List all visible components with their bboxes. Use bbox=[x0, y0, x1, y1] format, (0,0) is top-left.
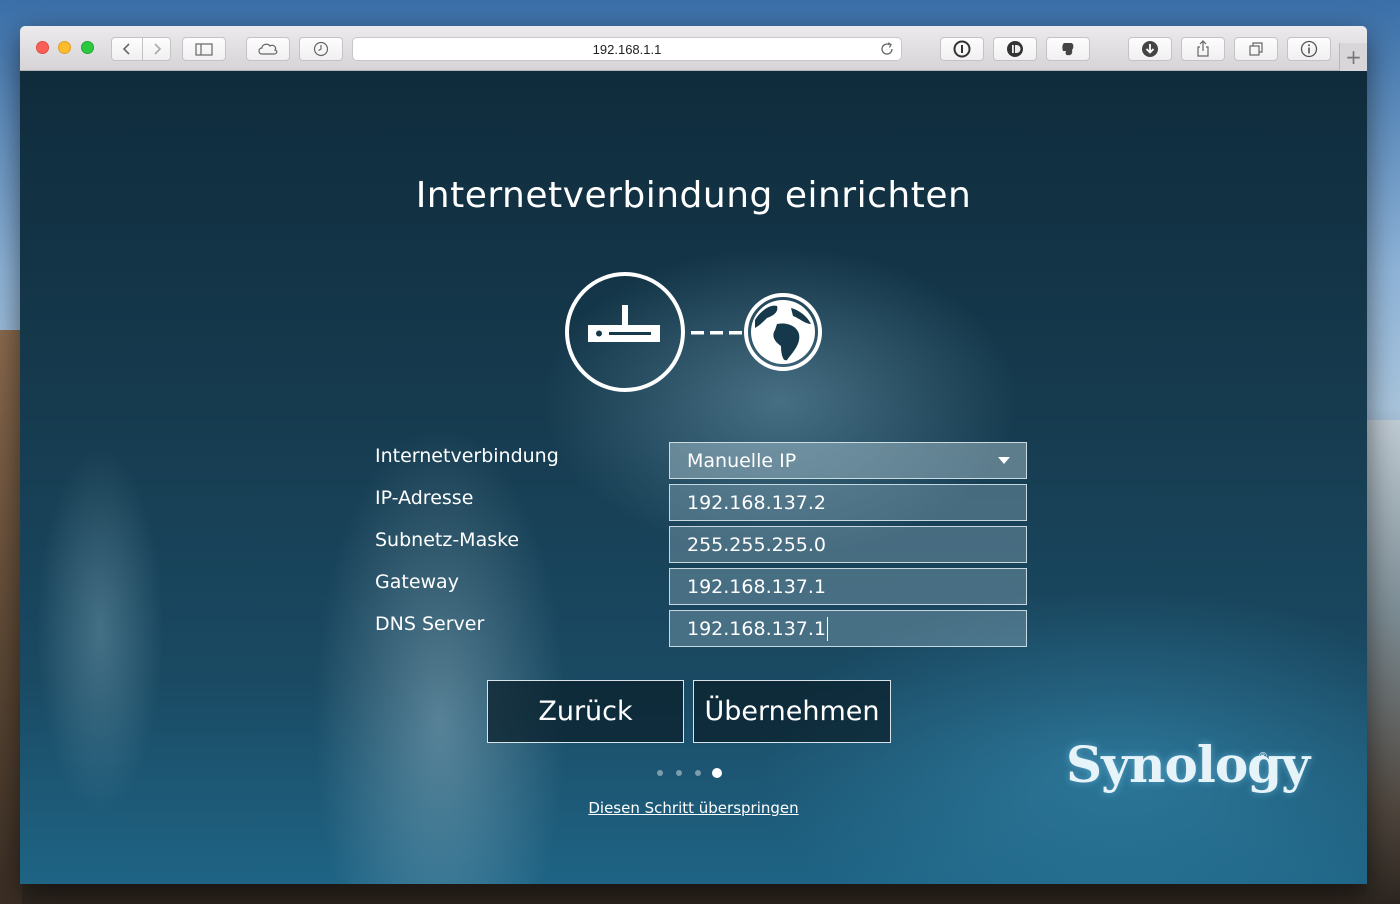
step-dot bbox=[657, 770, 663, 776]
apply-button[interactable]: Übernehmen bbox=[693, 680, 891, 743]
info-button[interactable] bbox=[1287, 37, 1331, 61]
browser-window: 192.168.1.1 + Internetverbindung einrich… bbox=[20, 26, 1367, 884]
connection-illustration bbox=[565, 272, 822, 392]
step-dot bbox=[676, 770, 682, 776]
ip-address-value: 192.168.137.2 bbox=[687, 491, 827, 514]
history-button[interactable] bbox=[299, 37, 343, 61]
sidebar-icon bbox=[195, 42, 213, 56]
forward-nav-button[interactable] bbox=[143, 37, 171, 61]
skip-step-link[interactable]: Diesen Schritt überspringen bbox=[20, 799, 1367, 817]
keyhole-icon bbox=[953, 40, 971, 58]
dashed-connector bbox=[691, 331, 742, 335]
info-icon bbox=[1300, 40, 1318, 58]
connection-type-value: Manuelle IP bbox=[687, 449, 797, 472]
label-ip-address: IP-Adresse bbox=[375, 487, 474, 509]
connection-type-select[interactable]: Manuelle IP bbox=[669, 442, 1027, 479]
downloads-button[interactable] bbox=[1128, 37, 1172, 61]
subnet-mask-value: 255.255.255.0 bbox=[687, 533, 827, 556]
gateway-input[interactable]: 192.168.137.1 bbox=[669, 568, 1027, 605]
tab-overview-button[interactable] bbox=[1234, 37, 1278, 61]
label-gateway: Gateway bbox=[375, 571, 459, 593]
label-subnet-mask: Subnetz-Maske bbox=[375, 529, 520, 551]
url-text: 192.168.1.1 bbox=[592, 42, 662, 57]
icloud-tabs-button[interactable] bbox=[246, 37, 290, 61]
text-cursor bbox=[827, 616, 829, 641]
back-button[interactable]: Zurück bbox=[487, 680, 684, 743]
chevron-right-icon bbox=[153, 43, 161, 55]
elephant-icon bbox=[1062, 43, 1074, 56]
new-tab-button[interactable]: + bbox=[1339, 43, 1367, 71]
registered-mark: ® bbox=[1258, 751, 1268, 762]
router-icon bbox=[565, 272, 685, 392]
dns-server-value: 192.168.137.1 bbox=[687, 617, 827, 640]
page-title: Internetverbindung einrichten bbox=[415, 175, 972, 216]
subnet-mask-input[interactable]: 255.255.255.0 bbox=[669, 526, 1027, 563]
synology-logo: Synology bbox=[1066, 735, 1310, 794]
desktop-background-right bbox=[1366, 420, 1400, 904]
caret-down-icon bbox=[998, 457, 1010, 464]
globe-icon bbox=[744, 293, 822, 371]
step-dot-active bbox=[712, 768, 722, 778]
sidebar-toggle-button[interactable] bbox=[182, 37, 226, 61]
tabs-icon bbox=[1249, 42, 1263, 56]
download-icon bbox=[1142, 41, 1158, 57]
browser-toolbar: 192.168.1.1 + bbox=[20, 26, 1367, 71]
close-window-button[interactable] bbox=[36, 41, 49, 54]
address-bar[interactable]: 192.168.1.1 bbox=[352, 37, 902, 61]
cloud-icon bbox=[258, 43, 278, 55]
clock-icon bbox=[313, 41, 329, 57]
zoom-window-button[interactable] bbox=[81, 41, 94, 54]
dns-server-input[interactable]: 192.168.137.1 bbox=[669, 610, 1027, 647]
step-indicator bbox=[656, 767, 736, 779]
back-nav-button[interactable] bbox=[111, 37, 143, 61]
setup-wizard: Internetverbindung einrichten Internetve… bbox=[20, 71, 1367, 884]
ip-address-input[interactable]: 192.168.137.2 bbox=[669, 484, 1027, 521]
password-manager-button[interactable] bbox=[940, 37, 984, 61]
reload-icon[interactable] bbox=[879, 41, 895, 57]
gateway-value: 192.168.137.1 bbox=[687, 575, 827, 598]
share-button[interactable] bbox=[1181, 37, 1225, 61]
id-extension-button[interactable] bbox=[993, 37, 1037, 61]
share-icon bbox=[1197, 40, 1209, 57]
chevron-left-icon bbox=[122, 43, 130, 55]
label-internet-connection: Internetverbindung bbox=[375, 445, 559, 467]
evernote-button[interactable] bbox=[1046, 37, 1090, 61]
id-badge-icon bbox=[1007, 41, 1023, 57]
minimize-window-button[interactable] bbox=[58, 41, 71, 54]
label-dns-server: DNS Server bbox=[375, 613, 485, 635]
desktop-background-left bbox=[0, 330, 22, 904]
step-dot bbox=[695, 770, 701, 776]
